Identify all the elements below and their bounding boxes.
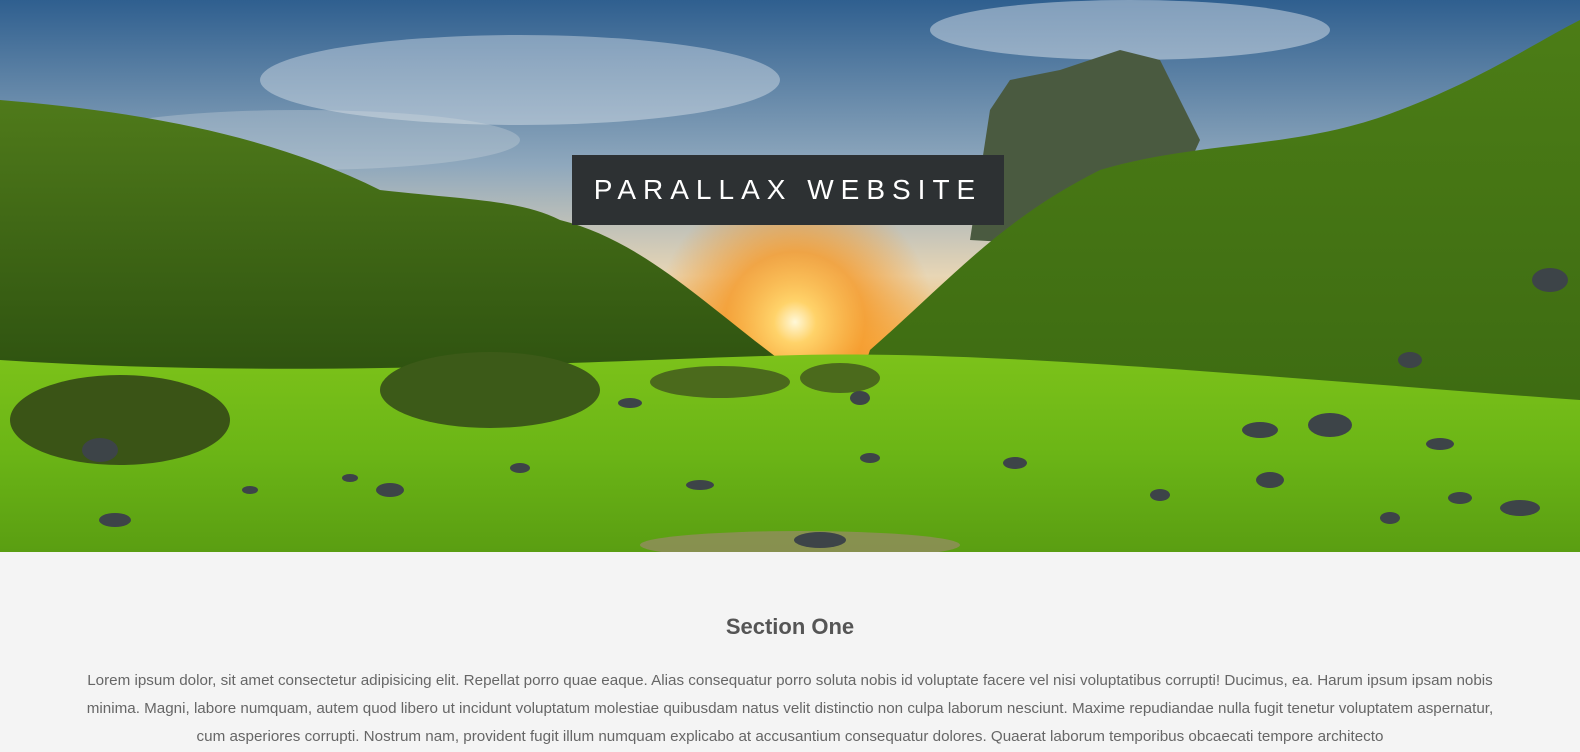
section-body-text: Lorem ipsum dolor, sit amet consectetur … (86, 672, 1494, 745)
section-one: Section One Lorem ipsum dolor, sit amet … (0, 552, 1580, 752)
hero-background-image (0, 0, 1580, 552)
hero-title: PARALLAX WEBSITE (572, 155, 1004, 225)
section-heading: Section One (725, 614, 855, 639)
hero-banner: PARALLAX WEBSITE (0, 0, 1580, 552)
